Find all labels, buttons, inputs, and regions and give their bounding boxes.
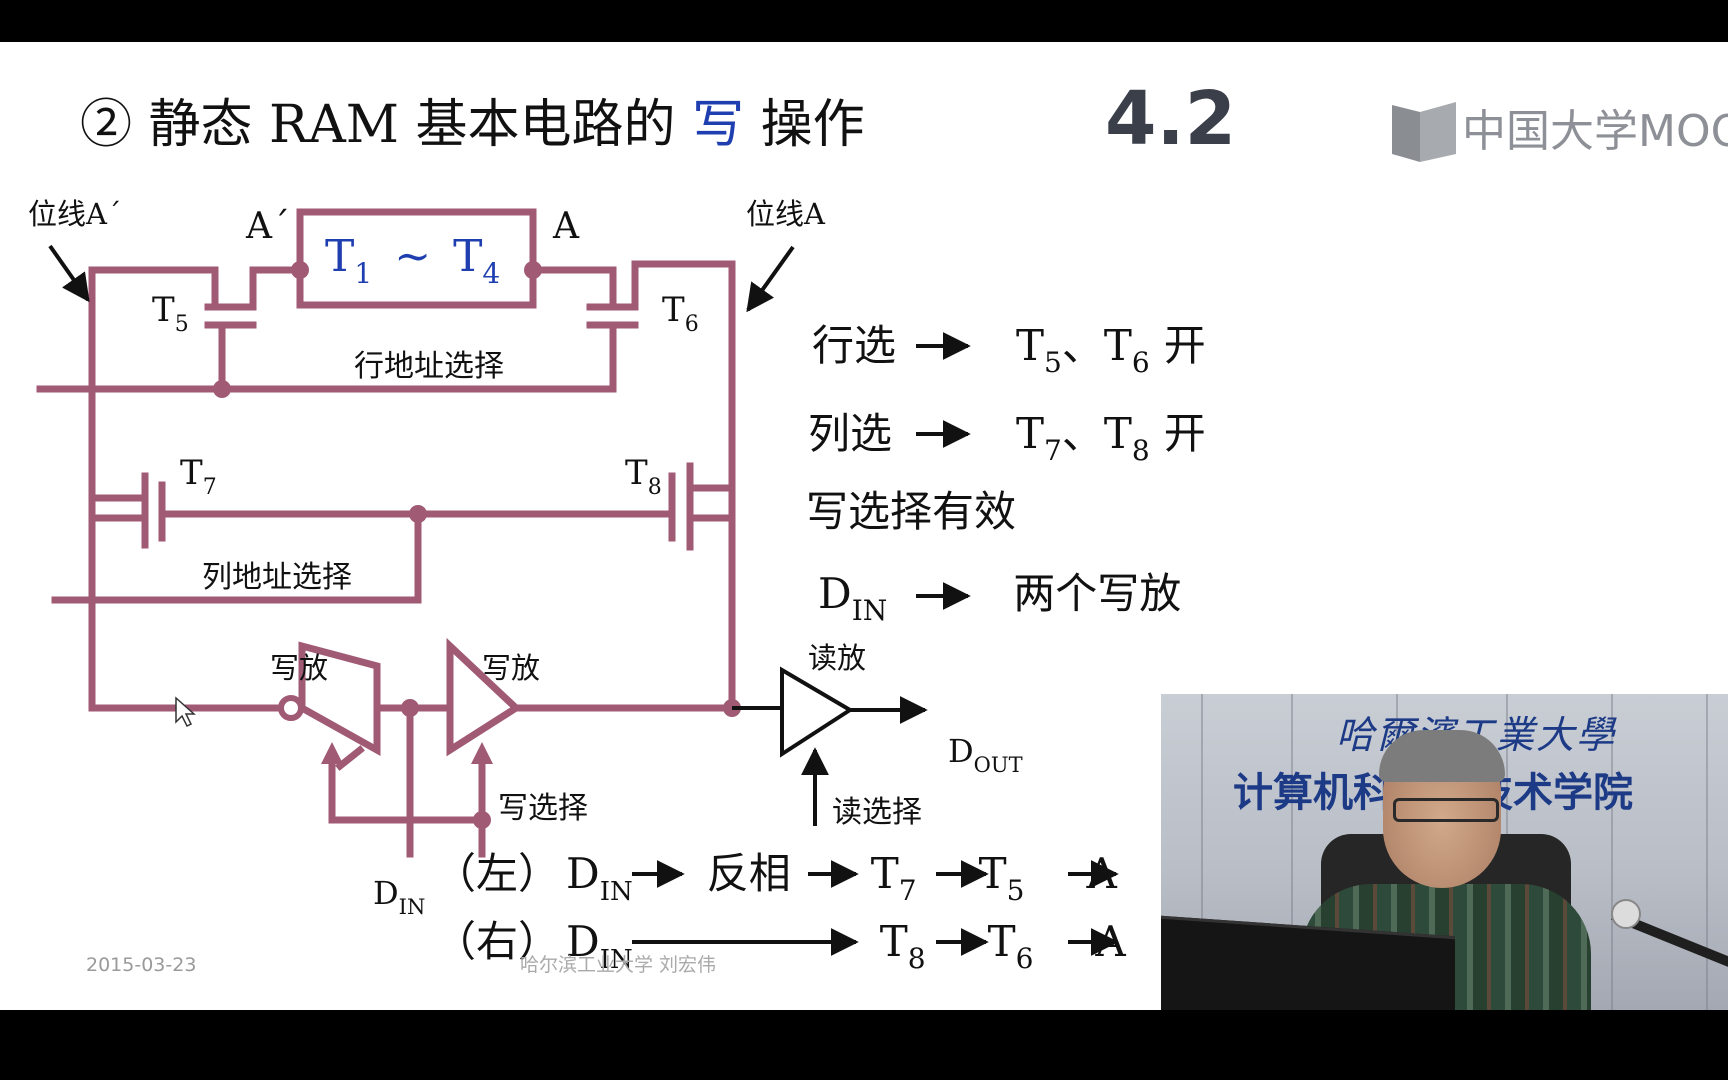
t5-label: T5 bbox=[152, 290, 189, 337]
bitline-left-label: 位线A´ bbox=[28, 197, 121, 231]
path-left: （左） DIN 反相 T7 T5 A bbox=[434, 849, 1117, 907]
write-select-label: 写选择 bbox=[498, 791, 588, 826]
write-amp-left-label: 写放 bbox=[270, 651, 328, 685]
mouse-cursor-icon bbox=[175, 696, 196, 728]
row-select-label: 行地址选择 bbox=[354, 349, 504, 384]
col-select-label: 列地址选择 bbox=[202, 560, 352, 595]
t6-label: T6 bbox=[662, 290, 699, 337]
t8-label: T8 bbox=[625, 453, 662, 500]
junction-dots bbox=[213, 261, 741, 829]
circuit-wires bbox=[36, 208, 736, 858]
note-din: DIN 两个写放 bbox=[818, 569, 1181, 627]
read-select-label: 读选择 bbox=[832, 795, 922, 830]
t7-label: T7 bbox=[180, 453, 217, 500]
write-amp-right-label: 写放 bbox=[482, 651, 540, 685]
node-left-label: A´ bbox=[245, 206, 290, 247]
mooc-logo-icon bbox=[1392, 102, 1456, 162]
read-amp-label: 读放 bbox=[808, 641, 866, 675]
microphone-head bbox=[1611, 899, 1641, 929]
bitline-right-arrow-icon bbox=[746, 245, 795, 313]
slide-date: 2015-03-23 bbox=[86, 954, 196, 976]
node-right-label: A bbox=[552, 206, 580, 247]
cell-label: T1 ~ T4 bbox=[325, 231, 500, 290]
note-arrows bbox=[916, 332, 971, 610]
bitline-right-label: 位线A bbox=[746, 197, 826, 231]
presenter-video: 哈爾濱工業大學 计算机科学与技术学院 bbox=[1161, 694, 1728, 1010]
title-highlight: 写 bbox=[692, 95, 744, 155]
bitline-left-arrow-icon bbox=[48, 244, 90, 303]
slide-title: ② 静态 RAM 基本电路的 写 操作 bbox=[80, 95, 865, 155]
notes-panel: 行选 T5、T6 开 列选 T7、T8 开 写选择有效 DIN 两个写放 bbox=[806, 321, 1206, 627]
section-number: 4.2 bbox=[1105, 76, 1236, 162]
dout-label: DOUT bbox=[948, 732, 1023, 777]
din-label: DIN bbox=[373, 874, 425, 919]
presenter-hair bbox=[1379, 730, 1505, 782]
presenter-glasses bbox=[1393, 798, 1499, 822]
inverter-bubble bbox=[278, 695, 304, 721]
slide-footer: 哈尔滨工业大学 刘宏伟 bbox=[520, 954, 716, 976]
logo-text: 中国大学MOOC bbox=[1462, 106, 1728, 157]
note-write-valid: 写选择有效 bbox=[806, 487, 1016, 536]
note-col: 列选 T7、T8 开 bbox=[808, 409, 1206, 467]
note-row: 行选 T5、T6 开 bbox=[812, 321, 1206, 379]
